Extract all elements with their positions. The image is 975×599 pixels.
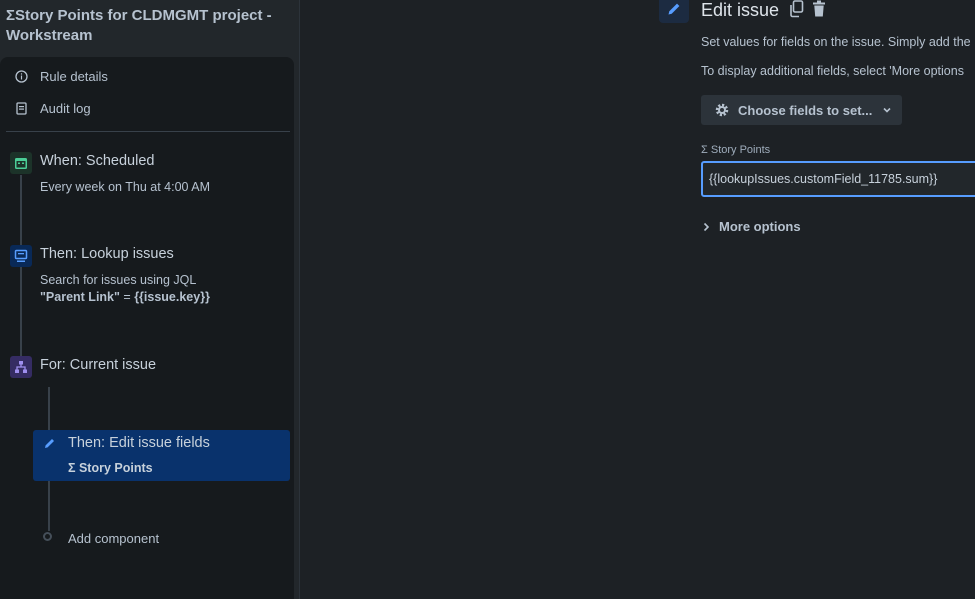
jql-field: "Parent Link": [40, 290, 120, 304]
step-lookup-title: Then: Lookup issues: [40, 246, 174, 262]
choose-fields-label: Choose fields to set...: [738, 102, 873, 118]
copy-icon[interactable]: [789, 0, 805, 21]
nav-audit-log[interactable]: Audit log: [14, 98, 91, 118]
step-lookup-jql: "Parent Link" = {{issue.key}}: [40, 289, 210, 306]
choose-fields-button[interactable]: Choose fields to set...: [701, 95, 902, 125]
nav-rule-details[interactable]: Rule details: [14, 66, 108, 86]
branch-line-lower: [48, 481, 50, 531]
step-edit-subtitle: Σ Story Points: [68, 461, 153, 475]
flow-line: [20, 175, 22, 362]
calendar-icon: [10, 152, 32, 174]
editor-title: Edit issue: [701, 0, 780, 20]
nav-rule-details-label: Rule details: [40, 68, 108, 84]
info-icon: [14, 69, 28, 83]
component-editor: Edit issue Set values for fields on the …: [301, 0, 975, 599]
editor-actions: [789, 0, 827, 21]
gear-icon: [713, 101, 731, 119]
editor-description: Set values for fields on the issue. Simp…: [701, 35, 971, 49]
add-component-link[interactable]: Add component: [68, 531, 159, 546]
jql-operator: =: [119, 290, 135, 304]
branch-line: [48, 387, 50, 430]
rule-panel: Rule details Audit log When: Scheduled E…: [0, 57, 294, 599]
step-trigger-title: When: Scheduled: [40, 153, 155, 169]
document-icon: [14, 101, 28, 115]
lookup-icon: [10, 245, 32, 267]
branch-icon: [10, 356, 32, 378]
rule-sidebar: ΣStory Points for CLDMGMT project - Work…: [0, 0, 300, 599]
story-points-label: Σ Story Points: [701, 144, 771, 156]
more-options-toggle[interactable]: More options: [703, 219, 801, 234]
more-options-label: More options: [719, 219, 801, 234]
pencil-icon: [43, 437, 56, 453]
rule-title: ΣStory Points for CLDMGMT project - Work…: [6, 7, 272, 44]
chevron-down-icon: [882, 105, 892, 115]
nav-audit-log-label: Audit log: [40, 100, 91, 116]
trash-icon[interactable]: [811, 0, 827, 21]
chevron-right-icon: [703, 222, 710, 232]
step-edit-title: Then: Edit issue fields: [68, 435, 210, 451]
step-branch-title: For: Current issue: [40, 357, 157, 373]
jql-value: {{issue.key}}: [134, 290, 210, 304]
add-component-dot: [43, 532, 52, 541]
story-points-input[interactable]: [701, 161, 975, 197]
step-edit-selected[interactable]: Then: Edit issue fields Σ Story Points: [33, 430, 290, 481]
divider: [6, 131, 290, 132]
edit-pencil-icon: [659, 0, 689, 23]
step-trigger-subtitle: Every week on Thu at 4:00 AM: [40, 180, 211, 194]
editor-description-more: To display additional fields, select 'Mo…: [701, 64, 964, 78]
step-lookup-line1: Search for issues using JQL: [40, 273, 197, 287]
